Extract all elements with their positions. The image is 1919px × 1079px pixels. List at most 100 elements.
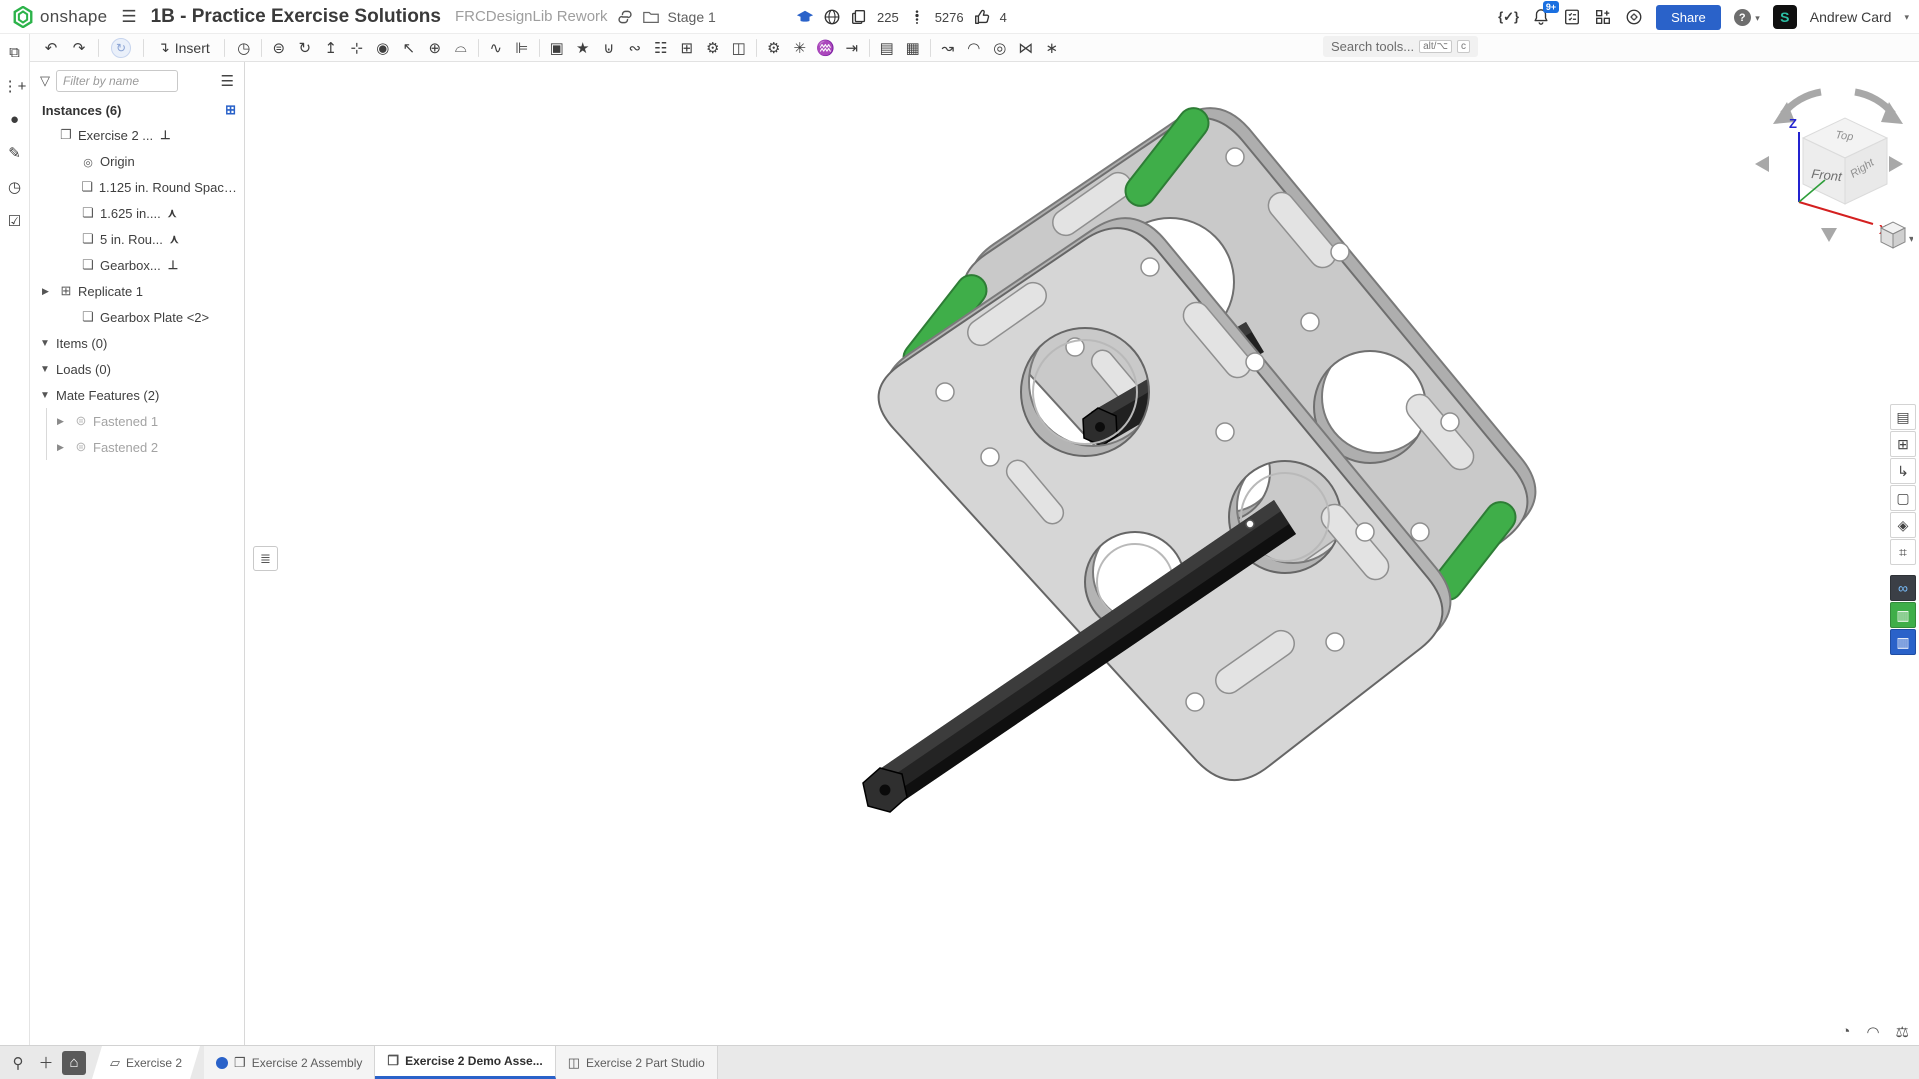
- tab-exercise-2-demo-assembly[interactable]: Exercise 2 Demo Asse...: [375, 1046, 555, 1079]
- versions-icon[interactable]: ⋮+: [3, 77, 27, 95]
- tree-item-gearbox[interactable]: ▶ Gearbox...: [30, 252, 244, 278]
- items-section-header[interactable]: ▼ Items (0): [30, 330, 244, 356]
- tab-exercise-2-part-studio[interactable]: Exercise 2 Part Studio: [556, 1046, 718, 1079]
- cylindrical-mate-tool[interactable]: ⊕: [422, 36, 448, 60]
- mate-item-fastened-1[interactable]: ▶ Fastened 1: [47, 408, 244, 434]
- protractor-icon[interactable]: ◠: [1866, 1023, 1879, 1041]
- motion-gears-tool[interactable]: ⚙: [761, 36, 787, 60]
- rotate-down-arrow[interactable]: [1821, 228, 1837, 242]
- chevron-right-icon[interactable]: ▶: [57, 416, 71, 427]
- tab-exercise-2[interactable]: Exercise 2: [92, 1046, 200, 1079]
- hamburger-menu-icon[interactable]: ☰: [115, 7, 142, 27]
- view-mode-cube-icon[interactable]: [1881, 222, 1905, 248]
- parallel-mate-tool[interactable]: ⌓: [448, 36, 474, 60]
- view-cube[interactable]: Top Front Right Z X ▾: [1743, 76, 1913, 252]
- copies-icon[interactable]: [850, 8, 868, 26]
- custom-app-panel-icon[interactable]: ∞: [1890, 575, 1916, 601]
- tree-item-replicate-1[interactable]: ▶ Replicate 1: [30, 278, 244, 304]
- configuration-tool[interactable]: ✳: [787, 36, 813, 60]
- view-mode-caret-icon[interactable]: ▾: [1909, 234, 1913, 245]
- checklist-icon[interactable]: ☑: [3, 212, 27, 230]
- group-tool[interactable]: ▣: [544, 36, 570, 60]
- assembly-3d-view[interactable]: [245, 62, 1919, 1045]
- mass-properties-icon[interactable]: ⚖: [1896, 1023, 1909, 1041]
- user-menu-caret-icon[interactable]: ▾: [1904, 12, 1909, 23]
- link-icon[interactable]: [616, 8, 634, 26]
- bom-tool[interactable]: ▤: [874, 36, 900, 60]
- home-button[interactable]: ⌂: [62, 1051, 86, 1075]
- material-panel-icon[interactable]: ◈: [1890, 512, 1916, 538]
- mate-connector-point[interactable]: [1246, 520, 1254, 528]
- tab-exercise-2-assembly[interactable]: Exercise 2 Assembly: [204, 1046, 375, 1079]
- spline-tool[interactable]: ↝: [935, 36, 961, 60]
- loads-section-header[interactable]: ▼ Loads (0): [30, 356, 244, 382]
- assembly-structure-icon[interactable]: ⧉: [3, 44, 27, 61]
- gear-relation-tool[interactable]: ⚙: [700, 36, 726, 60]
- help-menu[interactable]: ? ▾: [1734, 8, 1760, 27]
- document-panel-icon[interactable]: ▤: [1890, 404, 1916, 430]
- list-view-icon[interactable]: ☰: [221, 72, 236, 90]
- graphics-viewport[interactable]: Top Front Right Z X ▾ ≣ ▤⊞↳▢◈⌗∞▥▥ ◔◠⚖: [245, 62, 1919, 1045]
- chevron-right-icon[interactable]: ▶: [42, 286, 56, 297]
- notes-icon[interactable]: ✎: [3, 144, 27, 162]
- tree-item-origin[interactable]: ▶ Origin: [30, 148, 244, 174]
- revolute-mate-tool[interactable]: ↻: [292, 36, 318, 60]
- tree-item-1-625-in[interactable]: ▶ 1.625 in....: [30, 200, 244, 226]
- star-feature-tool[interactable]: ★: [570, 36, 596, 60]
- green-app-panel-icon[interactable]: ▥: [1890, 602, 1916, 628]
- replicate-tool[interactable]: ⊍: [596, 36, 622, 60]
- filter-icon[interactable]: ▽: [40, 73, 50, 89]
- sync-icon[interactable]: ↻: [111, 38, 131, 58]
- tree-item-exercise-2[interactable]: ▶ Exercise 2 ...: [30, 122, 244, 148]
- mate-relation-tool[interactable]: ⊫: [509, 36, 535, 60]
- search-tabs-button[interactable]: ⚲: [6, 1051, 30, 1075]
- blue-app-panel-icon[interactable]: ▥: [1890, 629, 1916, 655]
- named-positions-tool[interactable]: ◷: [231, 36, 257, 60]
- part-list-panel-icon[interactable]: ↳: [1890, 458, 1916, 484]
- apps-grid-icon[interactable]: [1594, 8, 1612, 26]
- tasks-icon[interactable]: [1563, 8, 1581, 26]
- thumbs-up-icon[interactable]: [973, 8, 991, 26]
- pattern-tool[interactable]: ⊞: [674, 36, 700, 60]
- notifications-button[interactable]: 9+: [1532, 8, 1550, 26]
- panel-toggle-button[interactable]: ≣: [253, 546, 278, 571]
- search-tools[interactable]: Search tools... alt/⌥ c: [1323, 36, 1478, 57]
- in-context-tool[interactable]: ☷: [648, 36, 674, 60]
- explode-lines-tool[interactable]: ∗: [1039, 36, 1065, 60]
- subassembly-tool[interactable]: ∾: [622, 36, 648, 60]
- rack-tool[interactable]: ♒: [813, 36, 839, 60]
- planar-mate-tool[interactable]: ⊹: [344, 36, 370, 60]
- sheet-add-tool[interactable]: ▦: [900, 36, 926, 60]
- workspace-label[interactable]: Stage 1: [668, 9, 716, 25]
- tree-item-gearbox-plate-2[interactable]: ▶ Gearbox Plate <2>: [30, 304, 244, 330]
- share-button[interactable]: Share: [1656, 5, 1721, 30]
- history-icon[interactable]: ◷: [3, 178, 27, 196]
- insert-button[interactable]: ↴ Insert: [150, 37, 218, 58]
- export-tool[interactable]: ⇥: [839, 36, 865, 60]
- rotate-right-arrow[interactable]: [1889, 156, 1903, 172]
- add-folder-icon[interactable]: ⊞: [225, 102, 236, 118]
- feature-script-icon[interactable]: {✓}: [1498, 9, 1519, 25]
- education-icon[interactable]: [796, 8, 814, 26]
- views-icon[interactable]: [908, 8, 926, 26]
- section-view-tool[interactable]: ◠: [961, 36, 987, 60]
- rename-panel-icon[interactable]: ⌗: [1890, 539, 1916, 565]
- comments-icon[interactable]: ●: [3, 111, 27, 128]
- slider-mate-tool[interactable]: ↥: [318, 36, 344, 60]
- ai-assistant-icon[interactable]: [1625, 8, 1643, 26]
- public-globe-icon[interactable]: [823, 8, 841, 26]
- tangent-mate-tool[interactable]: ∿: [483, 36, 509, 60]
- mate-tool[interactable]: ⊜: [266, 36, 292, 60]
- redo-button[interactable]: ↷: [66, 36, 92, 60]
- tape-measure-icon[interactable]: ◔: [1841, 1023, 1850, 1041]
- tree-item-round-spacer-1-125[interactable]: ▶ 1.125 in. Round Space...: [30, 174, 244, 200]
- pin-slot-mate-tool[interactable]: ↖: [396, 36, 422, 60]
- ball-mate-tool[interactable]: ◉: [370, 36, 396, 60]
- avatar[interactable]: S: [1773, 5, 1797, 29]
- mate-features-section-header[interactable]: ▼ Mate Features (2): [30, 382, 244, 408]
- configurations-panel-icon[interactable]: ⊞: [1890, 431, 1916, 457]
- undo-button[interactable]: ↶: [38, 36, 64, 60]
- tree-item-5-in-round[interactable]: ▶ 5 in. Rou...: [30, 226, 244, 252]
- filter-input[interactable]: [56, 70, 178, 92]
- appearance-tool[interactable]: ◎: [987, 36, 1013, 60]
